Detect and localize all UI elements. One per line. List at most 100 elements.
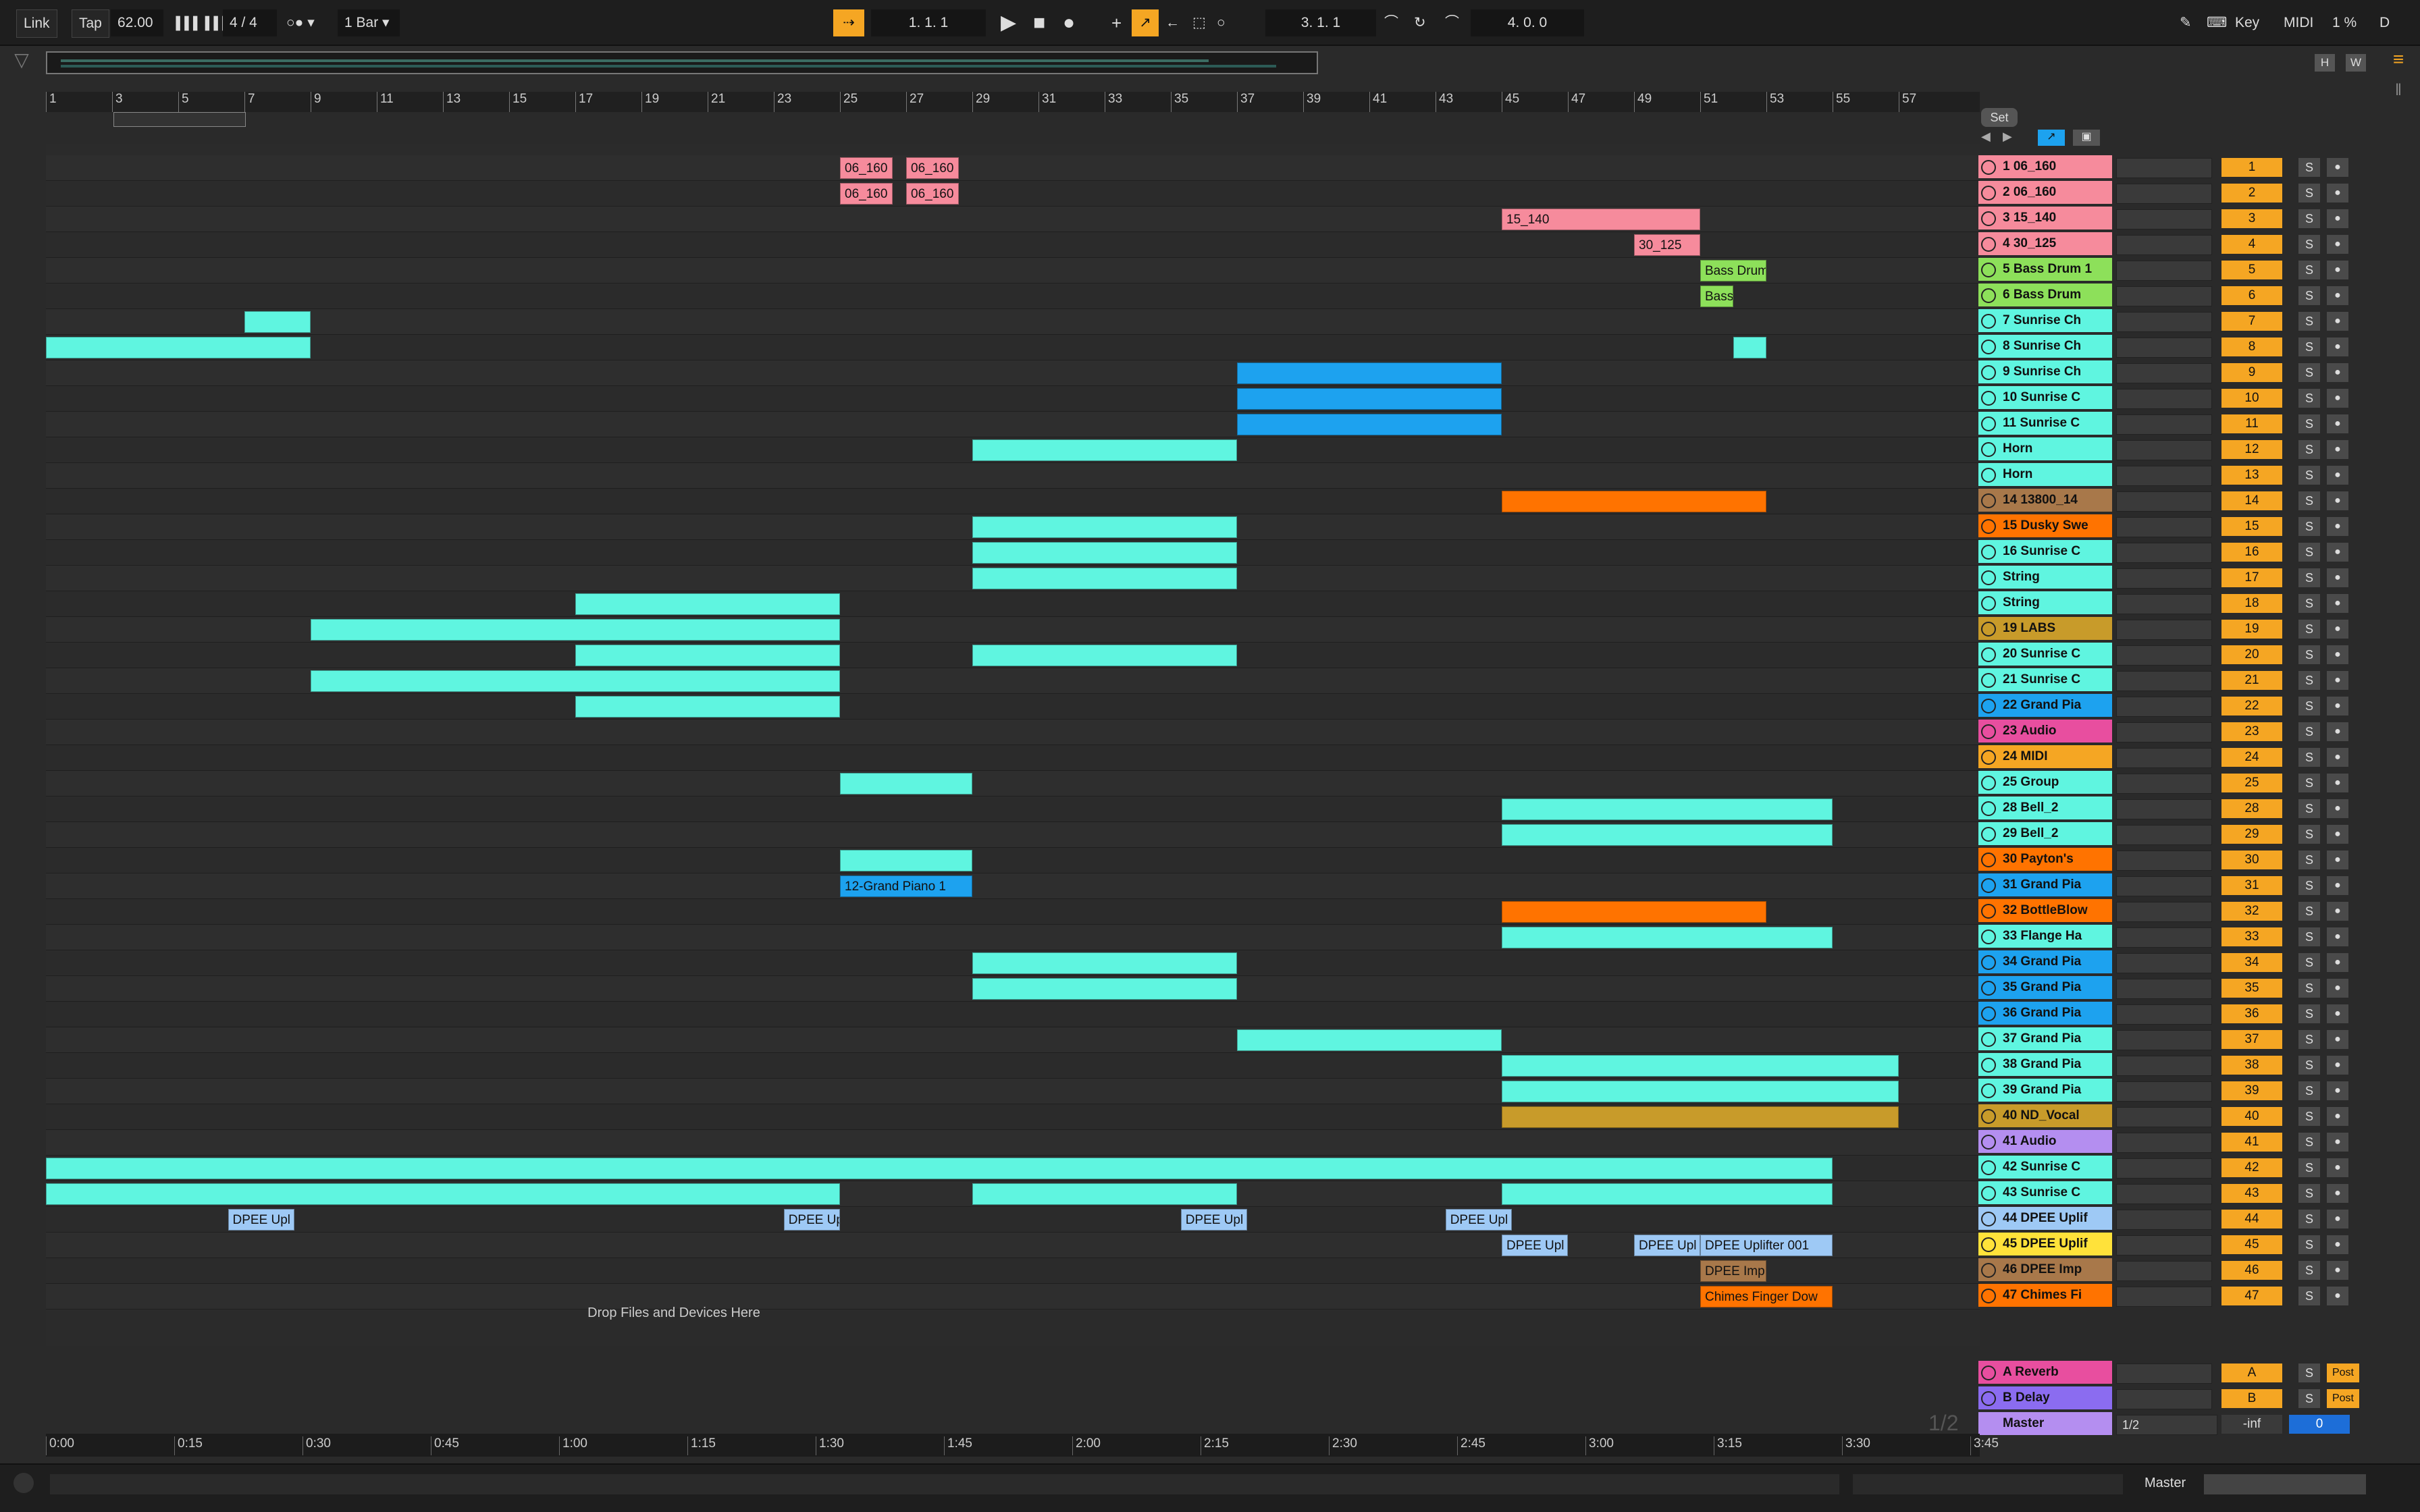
track-name[interactable]: 45 DPEE Uplif xyxy=(1978,1233,2112,1256)
solo-button[interactable]: S xyxy=(2298,568,2320,587)
arrangement-clip[interactable] xyxy=(972,952,1237,974)
track-header[interactable]: 42 Sunrise C 42 S ● xyxy=(1978,1156,2370,1180)
solo-button[interactable]: S xyxy=(2298,440,2320,459)
solo-button[interactable]: S xyxy=(2298,1364,2320,1382)
arrangement-clip[interactable] xyxy=(575,645,840,666)
solo-button[interactable]: S xyxy=(2298,1056,2320,1075)
solo-button[interactable]: S xyxy=(2298,414,2320,433)
track-header[interactable]: 3 15_140 3 S ● xyxy=(1978,207,2370,231)
track-name[interactable]: 15 Dusky Swe xyxy=(1978,514,2112,537)
track-name[interactable]: 36 Grand Pia xyxy=(1978,1002,2112,1025)
track-name[interactable]: 33 Flange Ha xyxy=(1978,925,2112,948)
fit-height-button[interactable]: H xyxy=(2315,54,2335,72)
tempo-nudge-icon[interactable]: ▐▐▐ ▐▐▐ xyxy=(172,9,227,36)
solo-button[interactable]: S xyxy=(2298,1133,2320,1152)
solo-button[interactable]: S xyxy=(2298,312,2320,331)
track-activator[interactable]: 10 xyxy=(2221,389,2282,408)
track-name[interactable]: 28 Bell_2 xyxy=(1978,796,2112,819)
track-lane[interactable] xyxy=(46,1027,1980,1053)
track-activator[interactable]: 16 xyxy=(2221,543,2282,562)
solo-button[interactable]: S xyxy=(2298,1261,2320,1280)
arm-button[interactable]: ● xyxy=(2327,389,2348,408)
arrangement-clip[interactable] xyxy=(972,1183,1237,1205)
solo-button[interactable]: S xyxy=(2298,1107,2320,1126)
track-header[interactable]: 9 Sunrise Ch 9 S ● xyxy=(1978,360,2370,385)
solo-button[interactable]: S xyxy=(2298,1004,2320,1023)
track-play-icon[interactable] xyxy=(1981,442,1996,457)
track-name[interactable]: 9 Sunrise Ch xyxy=(1978,360,2112,383)
solo-button[interactable]: S xyxy=(2298,1081,2320,1100)
track-name[interactable]: 10 Sunrise C xyxy=(1978,386,2112,409)
track-name[interactable]: B Delay xyxy=(1978,1386,2112,1409)
lock-icon[interactable]: ▣ xyxy=(2073,130,2100,146)
solo-button[interactable]: S xyxy=(2298,1210,2320,1228)
follow-icon[interactable]: ⇢ xyxy=(833,9,864,36)
track-activator[interactable]: 29 xyxy=(2221,825,2282,844)
track-play-icon[interactable] xyxy=(1981,1006,1996,1021)
track-play-icon[interactable] xyxy=(1981,545,1996,560)
play-icon[interactable]: ▶ xyxy=(1001,9,1016,36)
time-signature-field[interactable]: 4 / 4 xyxy=(223,9,277,36)
arm-button[interactable]: ● xyxy=(2327,517,2348,536)
track-header[interactable]: 20 Sunrise C 20 S ● xyxy=(1978,643,2370,667)
track-lane[interactable] xyxy=(46,258,1980,284)
track-name[interactable]: 23 Audio xyxy=(1978,720,2112,742)
track-header[interactable]: 35 Grand Pia 35 S ● xyxy=(1978,976,2370,1000)
track-play-icon[interactable] xyxy=(1981,622,1996,637)
track-name[interactable]: 25 Group xyxy=(1978,771,2112,794)
return-track-header[interactable]: B Delay B S Post xyxy=(1978,1386,2370,1411)
arm-button[interactable]: ● xyxy=(2327,979,2348,998)
track-play-icon[interactable] xyxy=(1981,1366,1996,1380)
master-routing[interactable]: 1/2 xyxy=(2116,1415,2217,1435)
arm-button[interactable]: ● xyxy=(2327,1004,2348,1023)
solo-button[interactable]: S xyxy=(2298,158,2320,177)
track-header[interactable]: 22 Grand Pia 22 S ● xyxy=(1978,694,2370,718)
track-name[interactable]: 34 Grand Pia xyxy=(1978,950,2112,973)
track-play-icon[interactable] xyxy=(1981,263,1996,277)
track-lane[interactable] xyxy=(46,463,1980,489)
track-play-icon[interactable] xyxy=(1981,750,1996,765)
track-header[interactable]: 2 06_160 2 S ● xyxy=(1978,181,2370,205)
track-name[interactable]: 19 LABS xyxy=(1978,617,2112,640)
track-activator[interactable]: 2 xyxy=(2221,184,2282,202)
track-activator[interactable]: 11 xyxy=(2221,414,2282,433)
track-activator[interactable]: 44 xyxy=(2221,1210,2282,1228)
track-header[interactable]: 1 06_160 1 S ● xyxy=(1978,155,2370,180)
track-activator[interactable]: 40 xyxy=(2221,1107,2282,1126)
track-lane[interactable] xyxy=(46,1258,1980,1284)
track-play-icon[interactable] xyxy=(1981,853,1996,867)
loop-start-field[interactable]: 3. 1. 1 xyxy=(1265,9,1376,36)
arrangement-clip[interactable] xyxy=(575,593,840,615)
re-enable-automation-icon[interactable]: ← xyxy=(1165,9,1180,36)
track-play-icon[interactable] xyxy=(1981,160,1996,175)
master-volume[interactable]: -inf xyxy=(2221,1415,2282,1434)
track-activator[interactable]: 30 xyxy=(2221,850,2282,869)
arm-button[interactable]: ● xyxy=(2327,158,2348,177)
track-header[interactable]: 6 Bass Drum 6 S ● xyxy=(1978,284,2370,308)
solo-button[interactable]: S xyxy=(2298,953,2320,972)
track-lane[interactable] xyxy=(46,694,1980,720)
track-play-icon[interactable] xyxy=(1981,724,1996,739)
time-ruler[interactable]: 0:00 0:15 0:30 0:45 1:00 1:15 1:30 1:45 2:00 2:15… xyxy=(46,1434,1999,1457)
key-map-button[interactable]: Key xyxy=(2235,9,2259,36)
solo-button[interactable]: S xyxy=(2298,620,2320,639)
track-activator[interactable]: 13 xyxy=(2221,466,2282,485)
track-header[interactable]: Horn 13 S ● xyxy=(1978,463,2370,487)
track-lane[interactable] xyxy=(46,155,1980,181)
track-header[interactable]: 37 Grand Pia 37 S ● xyxy=(1978,1027,2370,1052)
track-header[interactable]: 31 Grand Pia 31 S ● xyxy=(1978,873,2370,898)
track-header[interactable]: 10 Sunrise C 10 S ● xyxy=(1978,386,2370,410)
back-arrow-icon[interactable]: ◀ xyxy=(1981,130,1997,146)
arrangement-clip[interactable] xyxy=(1502,1183,1833,1205)
arm-button[interactable]: ● xyxy=(2327,491,2348,510)
track-name[interactable]: 40 ND_Vocal xyxy=(1978,1104,2112,1127)
arrangement-clip[interactable] xyxy=(840,850,972,871)
arm-button[interactable]: Post xyxy=(2327,1389,2359,1408)
track-play-icon[interactable] xyxy=(1981,186,1996,200)
track-name[interactable]: Horn xyxy=(1978,437,2112,460)
track-lane[interactable] xyxy=(46,284,1980,309)
track-play-icon[interactable] xyxy=(1981,981,1996,996)
arm-button[interactable]: ● xyxy=(2327,645,2348,664)
tap-button[interactable]: Tap xyxy=(72,9,109,38)
track-play-icon[interactable] xyxy=(1981,1160,1996,1175)
